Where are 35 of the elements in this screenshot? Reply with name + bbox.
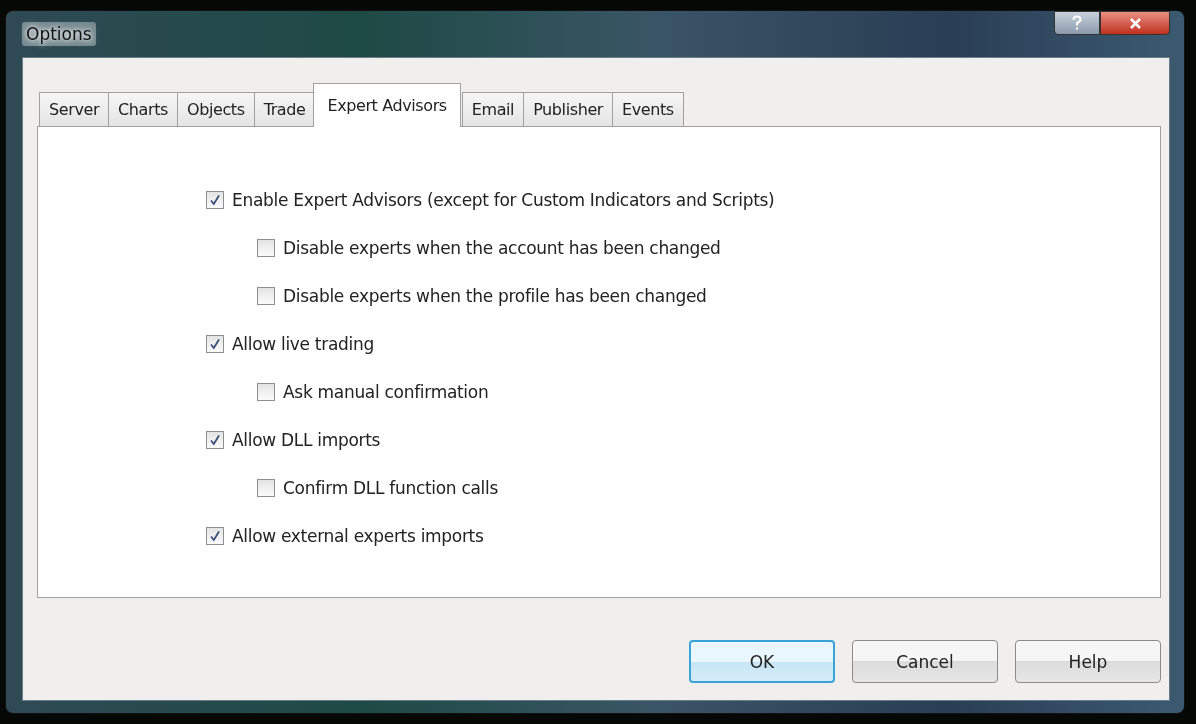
checkbox-label[interactable]: Ask manual confirmation: [283, 382, 489, 402]
question-mark-icon: [1071, 15, 1083, 31]
checkbox-label[interactable]: Allow DLL imports: [232, 430, 381, 450]
checkbox[interactable]: [257, 287, 275, 305]
checkmark-icon: [209, 194, 221, 206]
tab[interactable]: Publisher: [523, 92, 613, 126]
checkbox[interactable]: [257, 239, 275, 257]
checkmark-icon: [209, 338, 221, 350]
tab[interactable]: Events: [612, 92, 684, 126]
close-icon: [1128, 16, 1142, 30]
checkbox-label[interactable]: Allow external experts imports: [232, 526, 484, 546]
checkbox-label[interactable]: Confirm DLL function calls: [283, 478, 498, 498]
tab[interactable]: Expert Advisors: [313, 83, 461, 127]
checkbox[interactable]: [206, 191, 224, 209]
close-button[interactable]: [1100, 11, 1170, 35]
checkbox[interactable]: [206, 431, 224, 449]
checkbox[interactable]: [206, 527, 224, 545]
checkbox-label[interactable]: Disable experts when the profile has been changed: [283, 286, 707, 306]
checkbox-label[interactable]: Disable experts when the account has been changed: [283, 238, 721, 258]
tab[interactable]: Trade: [253, 92, 316, 126]
help-button[interactable]: [1054, 11, 1100, 35]
checkbox[interactable]: [257, 479, 275, 497]
tab[interactable]: Objects: [177, 92, 255, 126]
checkbox[interactable]: [206, 335, 224, 353]
tab[interactable]: Charts: [108, 92, 178, 126]
dialog-button[interactable]: Help: [1015, 640, 1161, 683]
checkmark-icon: [209, 530, 221, 542]
dialog-button[interactable]: OK: [689, 640, 835, 683]
checkbox[interactable]: [257, 383, 275, 401]
tab[interactable]: Server: [39, 92, 110, 126]
tab[interactable]: Email: [461, 92, 525, 126]
dialog-button[interactable]: Cancel: [852, 640, 998, 683]
checkbox-label[interactable]: Enable Expert Advisors (except for Custom Indicators and Scripts): [232, 190, 775, 210]
checkmark-icon: [209, 434, 221, 446]
checkbox-label[interactable]: Allow live trading: [232, 334, 374, 354]
